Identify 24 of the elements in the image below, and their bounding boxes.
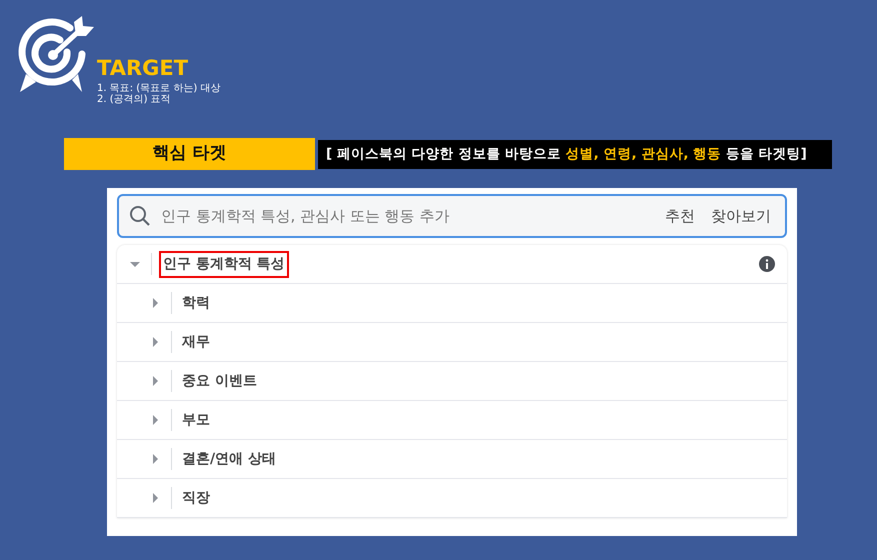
tree-label: 결혼/연애 상태	[182, 450, 276, 468]
tree-row[interactable]: 부모	[117, 401, 787, 440]
tree-label: 부모	[182, 410, 210, 430]
search-link[interactable]: 찾아보기	[707, 204, 775, 228]
tree-label: 재무	[182, 332, 210, 352]
heading-label: 핵심 타겟	[64, 138, 315, 170]
search-link[interactable]: 추천	[661, 204, 699, 228]
heading-caption: [ 페이스북의 다양한 정보를 바탕으로 성별, 연령, 관심사, 행동 등을 타겟팅]	[318, 140, 832, 168]
tree-row[interactable]: 학력	[117, 284, 787, 323]
tree-row[interactable]: 인구 통계학적 특성	[117, 245, 787, 284]
tree-label: 중요 이벤트	[182, 372, 257, 390]
tree-row[interactable]: 결혼/연애 상태	[117, 440, 787, 479]
search-field[interactable]: 인구 통계학적 특성, 관심사 또는 행동 추가 추천 찾아보기	[117, 194, 787, 238]
logo-note: 2. (공격의) 표적	[97, 94, 172, 105]
logo-note: 1. 목표: (목표로 하는) 대상	[97, 83, 220, 94]
tree-label: 학력	[182, 294, 210, 312]
logo-title: TARGET	[97, 58, 190, 79]
info-icon[interactable]	[759, 256, 775, 272]
tree-label: 직장	[182, 488, 210, 508]
search-icon	[129, 205, 151, 227]
tree-row[interactable]: 재무	[117, 323, 787, 362]
tree-row[interactable]: 직장	[117, 479, 787, 518]
tree-label: 인구 통계학적 특성	[162, 254, 286, 274]
tree-row[interactable]: 중요 이벤트	[117, 362, 787, 401]
